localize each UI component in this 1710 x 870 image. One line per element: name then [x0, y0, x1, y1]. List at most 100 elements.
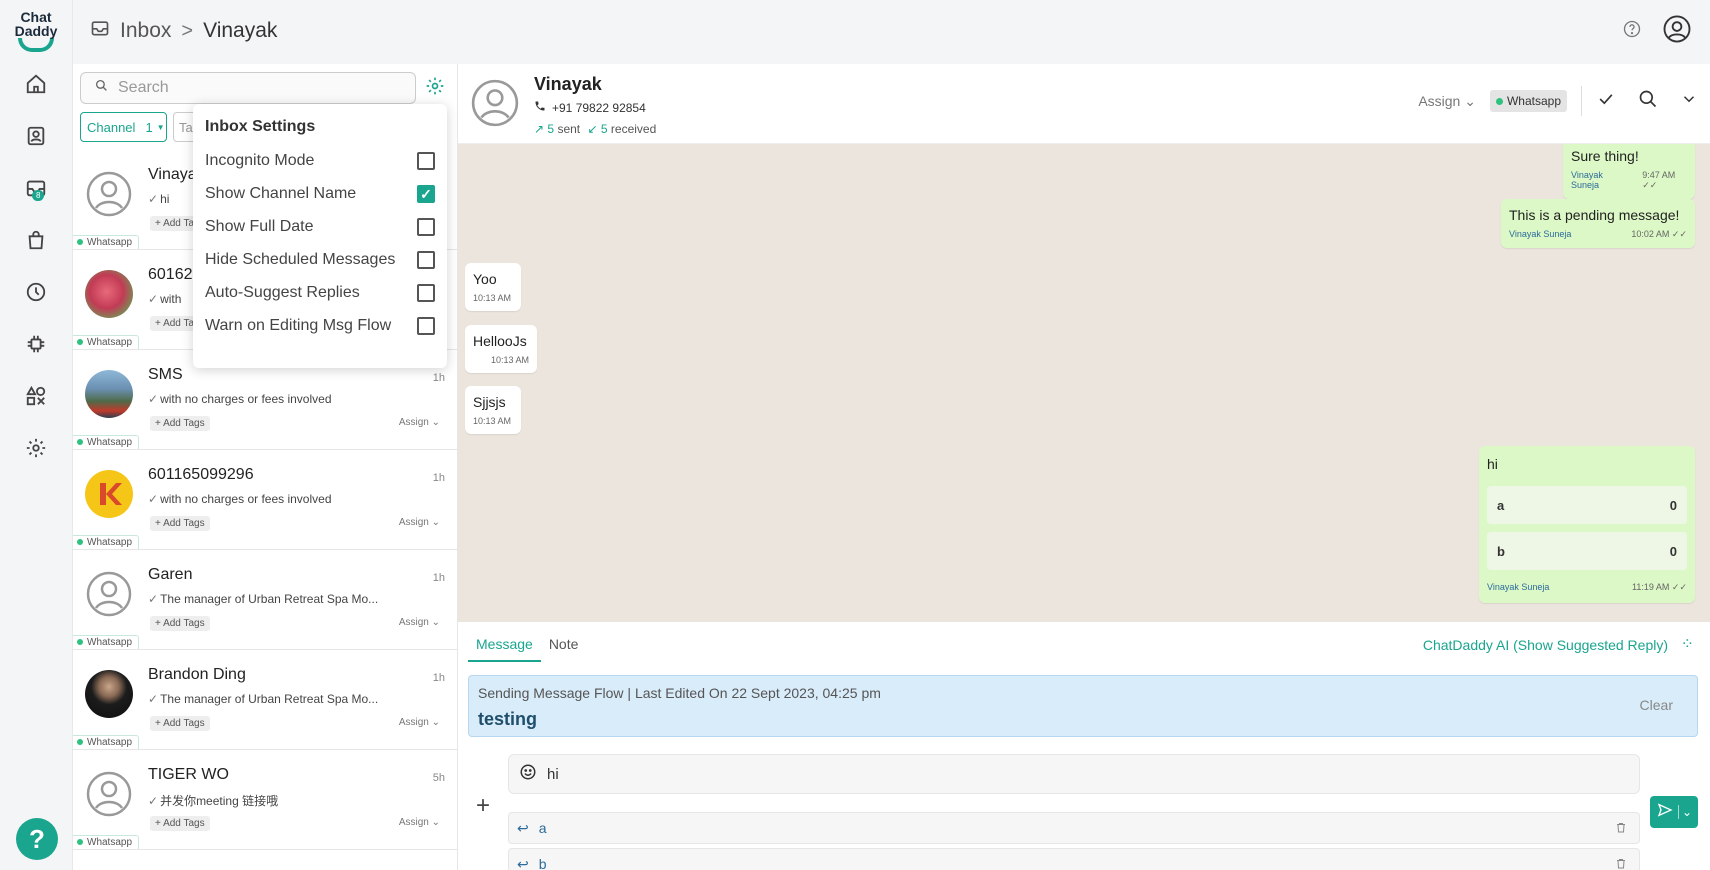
search-box[interactable]	[80, 72, 416, 104]
clear-flow-button[interactable]: Clear	[1640, 697, 1673, 713]
reply-option-field[interactable]: ↩ b	[508, 848, 1640, 870]
tab-message[interactable]: Message	[468, 630, 541, 662]
search-icon[interactable]	[1638, 89, 1658, 114]
breadcrumb-current: Vinayak	[203, 19, 278, 42]
chevron-down-icon[interactable]: ⌄	[1677, 805, 1692, 819]
clock-icon[interactable]	[22, 278, 50, 306]
add-attachment-button[interactable]: +	[476, 792, 490, 820]
add-tags-button[interactable]: + Add Tags	[150, 816, 210, 831]
logo-text-line1: Chat	[20, 9, 52, 25]
add-tags-button[interactable]: + Add Tags	[150, 516, 210, 531]
setting-warn-editing-msg-flow[interactable]: Warn on Editing Msg Flow	[205, 317, 435, 335]
received-count: 5	[600, 122, 608, 136]
assign-dropdown[interactable]: Assign ⌄	[399, 417, 440, 428]
setting-hide-scheduled-messages[interactable]: Hide Scheduled Messages	[205, 251, 435, 269]
channel-name: Whatsapp	[87, 237, 133, 248]
conversation-time: 5h	[432, 772, 445, 784]
message-meta: Vinayak Suneja 9:47 AM ✓✓	[1571, 170, 1687, 191]
whatsapp-dot-icon	[1495, 97, 1503, 105]
conversation-item[interactable]: TIGER WO 5h ✓ 并发你meeting 链接哦 + Add Tags A…	[73, 750, 457, 850]
chatdaddy-logo[interactable]: Chat Daddy	[10, 10, 62, 52]
phone-number: +91 79822 92854	[552, 100, 646, 115]
chevron-down-icon[interactable]	[1680, 90, 1698, 113]
checkmark-icon[interactable]	[1596, 89, 1616, 114]
setting-label: Incognito Mode	[205, 152, 315, 169]
poll-option-label: b	[1497, 543, 1505, 559]
send-button[interactable]: ⌄	[1650, 796, 1698, 828]
preview-text: The manager of Urban Retreat Spa Mo...	[160, 692, 379, 706]
assign-dropdown[interactable]: Assign ⌄	[399, 617, 440, 628]
setting-label: Hide Scheduled Messages	[205, 251, 396, 268]
inbox-settings-gear-icon[interactable]	[425, 76, 445, 101]
conversation-name: Brandon Ding	[148, 666, 246, 683]
channel-label: Whatsapp	[73, 535, 140, 549]
poll-option[interactable]: b0	[1487, 532, 1687, 570]
message-time: 11:19 AM	[1632, 582, 1670, 592]
conversation-preview: ✓ with no charges or fees involved	[148, 492, 438, 506]
add-tags-button[interactable]: + Add Tags	[150, 616, 210, 631]
flower-photo-avatar	[85, 270, 133, 318]
checkbox[interactable]	[417, 284, 435, 302]
shapes-icon[interactable]	[22, 382, 50, 410]
logo-text-line2: Daddy	[14, 23, 58, 39]
channel-filter[interactable]: Channel 1 ▼	[80, 112, 167, 142]
settings-icon[interactable]	[22, 434, 50, 462]
conversation-name: 601165099296	[148, 466, 254, 483]
trash-icon[interactable]	[1615, 821, 1627, 837]
help-button[interactable]: ?	[16, 818, 58, 860]
conversation-item[interactable]: Garen 1h ✓ The manager of Urban Retreat S…	[73, 550, 457, 650]
trash-icon[interactable]	[1615, 857, 1627, 870]
received-arrow-icon: ↙	[587, 122, 598, 136]
whatsapp-channel-badge[interactable]: Whatsapp	[1489, 90, 1567, 112]
contacts-icon[interactable]	[22, 122, 50, 150]
assign-dropdown[interactable]: Assign ⌄	[1418, 93, 1476, 110]
ai-suggested-reply-link[interactable]: ChatDaddy AI (Show Suggested Reply)	[1423, 637, 1668, 653]
assign-dropdown[interactable]: Assign ⌄	[399, 717, 440, 728]
message-text: Yoo	[473, 271, 497, 287]
message-meta: 10:13 AM	[473, 355, 529, 365]
setting-show-channel-name[interactable]: Show Channel Name ✓	[205, 185, 435, 203]
message-input-value: hi	[547, 765, 559, 783]
whatsapp-dot-icon	[77, 239, 83, 245]
help-circle-icon[interactable]	[1622, 19, 1642, 44]
checkbox[interactable]	[417, 251, 435, 269]
poll-option[interactable]: a0	[1487, 486, 1687, 524]
assign-dropdown[interactable]: Assign ⌄	[399, 817, 440, 828]
chevron-down-icon: ⌄	[431, 817, 440, 828]
conversation-name: 60162	[148, 266, 193, 283]
checkbox[interactable]	[417, 152, 435, 170]
message-input[interactable]: hi	[508, 754, 1640, 794]
chip-icon[interactable]	[22, 330, 50, 358]
chevron-down-icon: ⌄	[431, 517, 440, 528]
add-tags-button[interactable]: + Add Tags	[150, 716, 210, 731]
checkbox[interactable]	[417, 218, 435, 236]
double-check-icon: ✓	[148, 192, 159, 206]
assign-dropdown[interactable]: Assign ⌄	[399, 517, 440, 528]
landscape-photo-avatar	[85, 370, 133, 418]
user-account-icon[interactable]	[1662, 14, 1692, 49]
home-icon[interactable]	[22, 70, 50, 98]
add-tags-button[interactable]: + Add Tags	[150, 416, 210, 431]
whatsapp-dot-icon	[77, 739, 83, 745]
checkbox-checked[interactable]: ✓	[417, 185, 435, 203]
checkbox[interactable]	[417, 317, 435, 335]
search-input[interactable]	[118, 79, 378, 97]
conversation-item[interactable]: 601165099296 1h ✓ with no charges or fees…	[73, 450, 457, 550]
sparkle-icon[interactable]: ⁘	[1681, 634, 1694, 654]
setting-auto-suggest-replies[interactable]: Auto-Suggest Replies	[205, 284, 435, 302]
double-check-icon: ✓✓	[1671, 582, 1687, 592]
channel-name: Whatsapp	[87, 537, 133, 548]
shopping-bag-icon[interactable]	[22, 226, 50, 254]
conversation-item[interactable]: Brandon Ding 1h ✓ The manager of Urban Re…	[73, 650, 457, 750]
emoji-icon[interactable]	[519, 763, 537, 785]
reply-arrow-icon: ↩	[517, 819, 529, 836]
setting-incognito-mode[interactable]: Incognito Mode	[205, 152, 435, 170]
divider	[1581, 86, 1582, 116]
tab-note[interactable]: Note	[541, 630, 587, 662]
setting-show-full-date[interactable]: Show Full Date	[205, 218, 435, 236]
reply-option-field[interactable]: ↩ a	[508, 812, 1640, 844]
message-flow-banner: Sending Message Flow | Last Edited On 22…	[468, 675, 1698, 737]
channel-label: Whatsapp	[73, 635, 140, 649]
sent-count: 5	[547, 122, 555, 136]
breadcrumb-inbox[interactable]: Inbox	[120, 19, 171, 43]
